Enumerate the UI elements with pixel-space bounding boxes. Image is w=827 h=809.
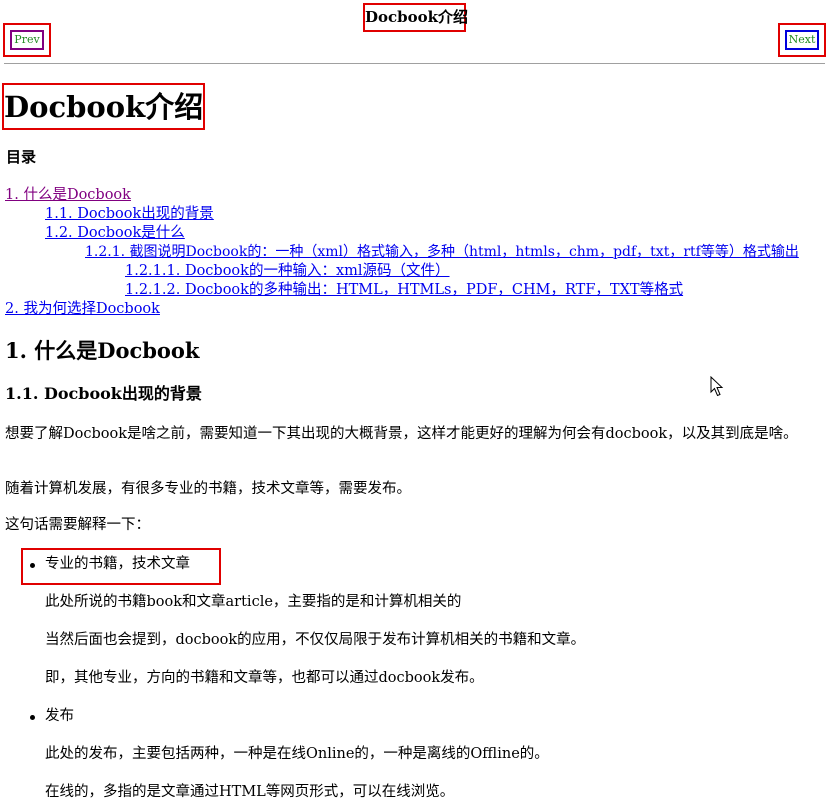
list-item-label: 专业的书籍，技术文章 [45,556,190,572]
toc-link-what-is-docbook[interactable]: 1. 什么是Docbook [5,186,131,205]
toc-link-background[interactable]: 1.1. Docbook出现的背景 [45,205,214,224]
prev-button[interactable]: Prev [10,30,44,50]
list-item-label: 发布 [45,708,74,724]
list-item-paragraph: 当然后面也会提到，docbook的应用，不仅仅局限于发布计算机相关的书籍和文章。 [45,632,586,648]
bullet-dot-icon [30,715,35,720]
toc-link-multi-output[interactable]: 1.2.1.2. Docbook的多种输出：HTML，HTMLs，PDF，CHM… [125,281,683,300]
next-button[interactable]: Next [785,30,819,50]
bullet-dot-icon [30,563,35,568]
page-title: Docbook介绍 [4,90,204,124]
toc-link-why-docbook[interactable]: 2. 我为何选择Docbook [5,300,160,319]
toc-heading: 目录 [6,148,37,166]
list-item-paragraph: 在线的，多指的是文章通过HTML等网页形式，可以在线浏览。 [45,784,455,800]
next-annotation-box: Next [778,23,826,57]
docbook-page: Docbook介绍 Prev Next Docbook介绍 目录 1. 什么是D… [0,0,827,809]
section-title: 1. 什么是Docbook [5,338,200,363]
prev-annotation-box: Prev [3,23,51,57]
toc-link-what-docbook-is[interactable]: 1.2. Docbook是什么 [45,224,185,243]
list-item-paragraph: 即，其他专业，方向的书籍和文章等，也都可以通过docbook发布。 [45,670,484,686]
nav-title: Docbook介绍 [363,3,468,32]
intro-paragraph: 想要了解Docbook是啥之前，需要知道一下其出现的大概背景，这样才能更好的理解… [5,426,798,442]
list-item-paragraph: 此处的发布，主要包括两种，一种是在线Online的，一种是离线的Offline的… [45,746,549,762]
mouse-pointer-icon [710,376,724,397]
header-divider [4,63,825,64]
toc-link-xml-input[interactable]: 1.2.1.1. Docbook的一种输入：xml源码（文件） [125,262,450,281]
paragraph-publishing: 随着计算机发展，有很多专业的书籍，技术文章等，需要发布。 [5,481,411,497]
list-item-paragraph: 此处所说的书籍book和文章article，主要指的是和计算机相关的 [45,594,462,610]
toc-link-screenshot-io[interactable]: 1.2.1. 截图说明Docbook的：一种（xml）格式输入，多种（html，… [85,243,799,262]
subsection-title: 1.1. Docbook出现的背景 [5,384,202,403]
paragraph-explanation: 这句话需要解释一下： [5,517,150,533]
